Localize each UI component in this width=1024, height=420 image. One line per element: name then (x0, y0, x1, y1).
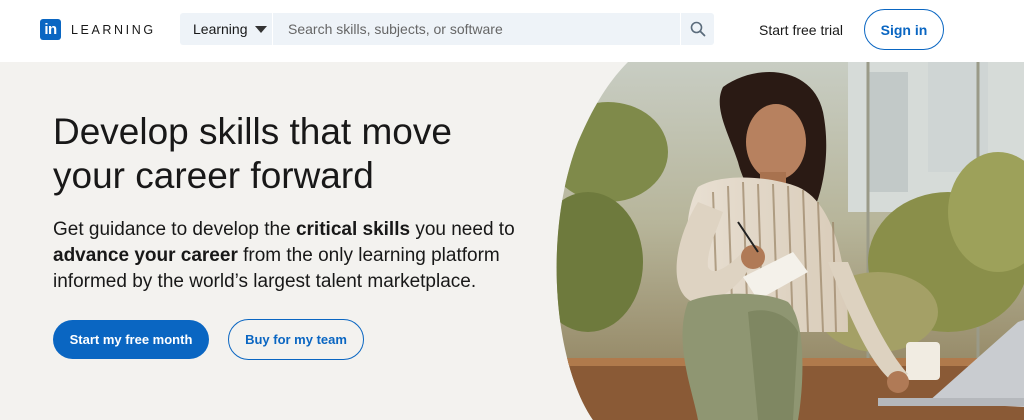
hero-photo (556, 62, 1024, 420)
start-free-month-button[interactable]: Start my free month (53, 320, 209, 359)
hero-sub-text-1: Get guidance to develop the (53, 219, 296, 240)
hero-sub-text-2: you need to (410, 219, 515, 240)
linkedin-learning-logo[interactable]: in LEARNING (40, 19, 156, 40)
hero-title-line-2: your career forward (53, 155, 374, 196)
hero-subtitle: Get guidance to develop the critical ski… (53, 217, 533, 295)
linkedin-logo-icon: in (40, 19, 61, 40)
search-category-label: Learning (193, 21, 248, 37)
top-nav: in LEARNING Learning Start free trial Si… (0, 0, 1024, 62)
search-bar: Learning (180, 13, 714, 45)
start-free-trial-link[interactable]: Start free trial (759, 22, 843, 38)
buy-for-team-button[interactable]: Buy for my team (228, 319, 364, 360)
sign-in-button[interactable]: Sign in (864, 9, 944, 50)
learning-wordmark: LEARNING (71, 22, 156, 37)
caret-down-icon (254, 25, 267, 33)
hero-title: Develop skills that move your career for… (53, 110, 573, 198)
search-category-dropdown[interactable]: Learning (180, 13, 273, 45)
hero-sub-bold-1: critical skills (295, 219, 411, 240)
search-button[interactable] (680, 13, 714, 45)
hero-title-line-1: Develop skills that move (53, 111, 452, 152)
hero-sub-bold-2: advance your career (53, 245, 238, 266)
hero-section: Develop skills that move your career for… (0, 62, 1024, 420)
search-icon (690, 21, 705, 37)
search-input[interactable] (273, 13, 680, 45)
